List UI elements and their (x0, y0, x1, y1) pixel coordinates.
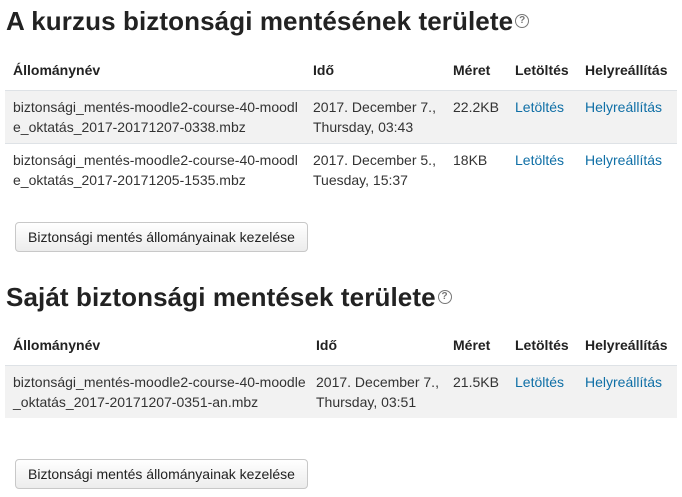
cell-time: 2017. December 5., Tuesday, 15:37 (305, 143, 445, 196)
column-header-size: Méret (445, 50, 507, 91)
table-header-row: Állománynév Idő Méret Letöltés Helyreáll… (5, 325, 677, 366)
cell-filename: biztonsági_mentés-moodle2-course-40-mood… (5, 143, 305, 196)
cell-restore: Helyreállítás (577, 365, 677, 418)
help-icon[interactable]: ? (437, 290, 452, 305)
user-backup-table: Állománynév Idő Méret Letöltés Helyreáll… (5, 325, 677, 418)
download-link[interactable]: Letöltés (515, 152, 564, 168)
user-backup-area-title-text: Saját biztonsági mentések területe (6, 282, 436, 312)
column-header-download: Letöltés (507, 50, 577, 91)
restore-link[interactable]: Helyreállítás (585, 99, 662, 115)
cell-size: 18KB (445, 143, 507, 196)
column-header-download: Letöltés (507, 325, 577, 366)
table-header-row: Állománynév Idő Méret Letöltés Helyreáll… (5, 50, 677, 91)
manage-user-backups-button[interactable]: Biztonsági mentés állományainak kezelése (15, 459, 308, 489)
column-header-filename: Állománynév (5, 50, 305, 91)
user-backup-area-title: Saját biztonsági mentések területe? (6, 282, 452, 312)
table-row: biztonsági_mentés-moodle2-course-40-mood… (5, 365, 677, 418)
help-icon[interactable]: ? (515, 14, 530, 29)
restore-link[interactable]: Helyreállítás (585, 152, 662, 168)
course-backup-table: Állománynév Idő Méret Letöltés Helyreáll… (5, 50, 677, 196)
column-header-time: Idő (305, 50, 445, 91)
column-header-size: Méret (445, 325, 507, 366)
cell-time: 2017. December 7., Thursday, 03:43 (305, 90, 445, 144)
column-header-filename: Állománynév (5, 325, 308, 366)
table-row: biztonsági_mentés-moodle2-course-40-mood… (5, 90, 677, 144)
column-header-restore: Helyreállítás (577, 50, 677, 91)
course-backup-area-title: A kurzus biztonsági mentésének területe? (6, 6, 530, 36)
cell-size: 22.2KB (445, 90, 507, 144)
cell-restore: Helyreállítás (577, 143, 677, 196)
cell-download: Letöltés (507, 90, 577, 144)
cell-filename: biztonsági_mentés-moodle2-course-40-mood… (5, 365, 308, 418)
download-link[interactable]: Letöltés (515, 374, 564, 390)
cell-time: 2017. December 7., Thursday, 03:51 (308, 365, 445, 418)
manage-course-backups-button[interactable]: Biztonsági mentés állományainak kezelése (15, 222, 308, 252)
cell-download: Letöltés (507, 365, 577, 418)
restore-link[interactable]: Helyreállítás (585, 374, 662, 390)
cell-download: Letöltés (507, 143, 577, 196)
course-backup-area-title-text: A kurzus biztonsági mentésének területe (6, 6, 514, 36)
download-link[interactable]: Letöltés (515, 99, 564, 115)
cell-filename: biztonsági_mentés-moodle2-course-40-mood… (5, 90, 305, 144)
column-header-time: Idő (308, 325, 445, 366)
table-row: biztonsági_mentés-moodle2-course-40-mood… (5, 143, 677, 196)
cell-size: 21.5KB (445, 365, 507, 418)
cell-restore: Helyreállítás (577, 90, 677, 144)
column-header-restore: Helyreállítás (577, 325, 677, 366)
